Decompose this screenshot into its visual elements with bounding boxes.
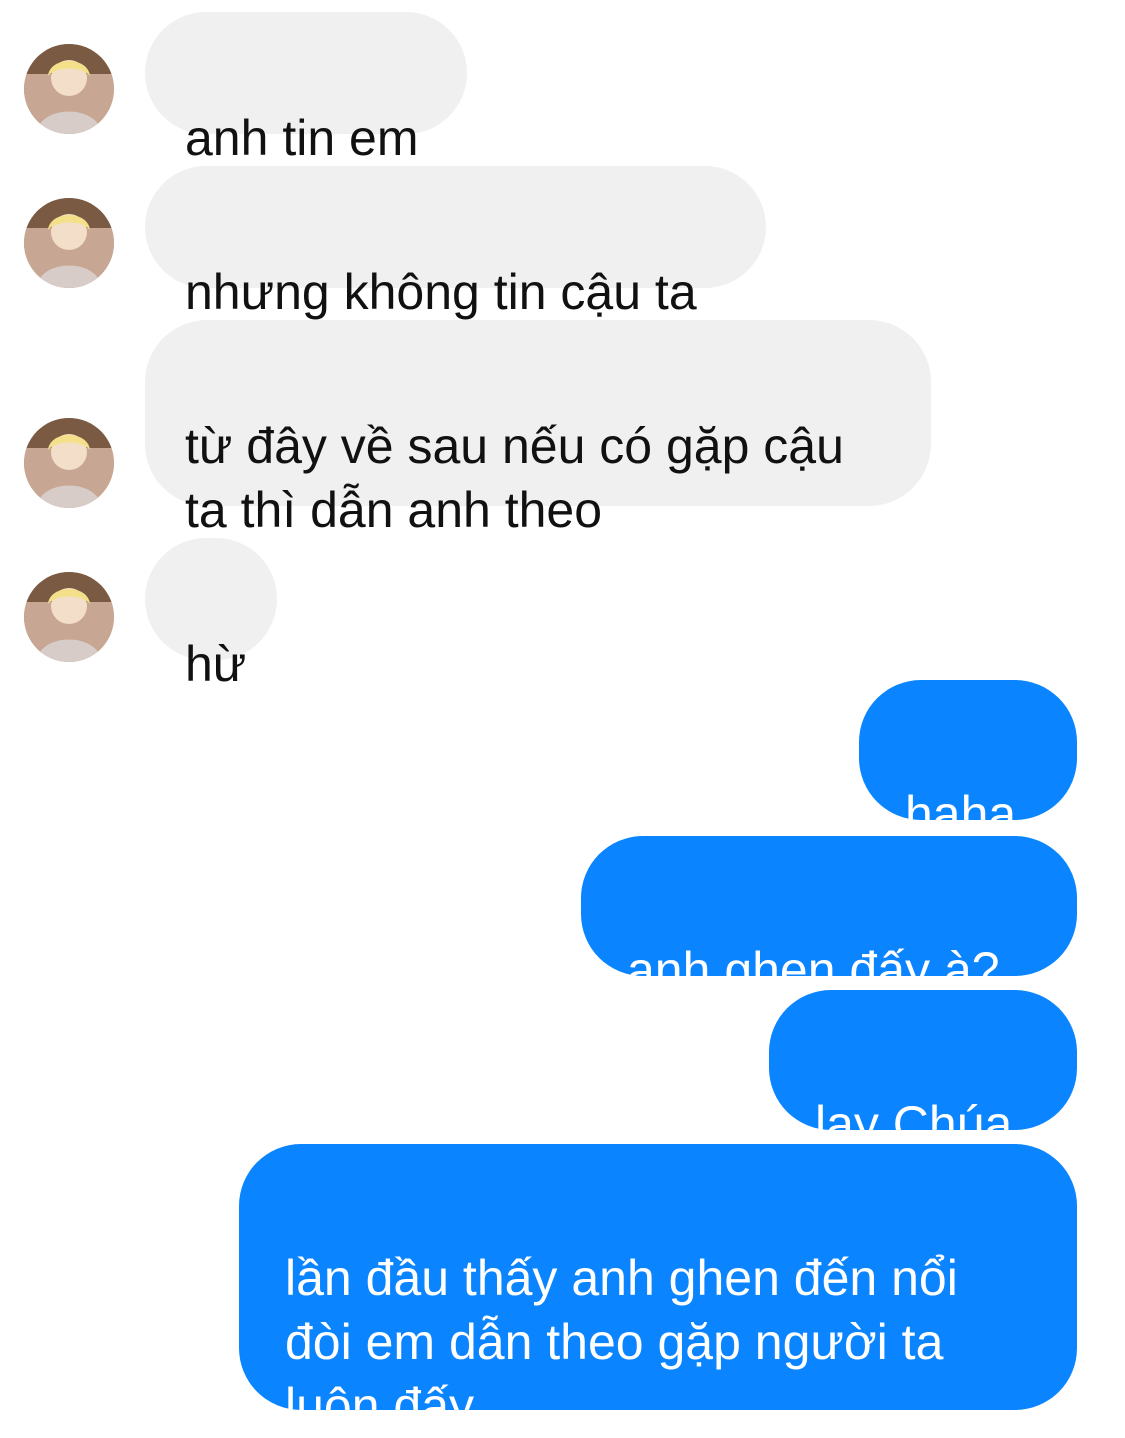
incoming-message-bubble[interactable]: anh tin em bbox=[145, 12, 467, 166]
message-text: lần đầu thấy anh ghen đến nổi đòi em dẫn… bbox=[285, 1250, 958, 1434]
outgoing-message-bubble[interactable]: haha bbox=[859, 680, 1077, 842]
contact-avatar-icon[interactable] bbox=[24, 198, 114, 288]
message-text: nhưng không tin cậu ta bbox=[185, 264, 697, 320]
message-text: anh tin em bbox=[185, 110, 419, 166]
message-text: từ đây về sau nếu có gặp cậu ta thì dẫn … bbox=[185, 418, 844, 538]
contact-avatar-icon[interactable] bbox=[24, 572, 114, 662]
message-text: haha bbox=[905, 786, 1017, 842]
outgoing-message-bubble[interactable]: lần đầu thấy anh ghen đến nổi đòi em dẫn… bbox=[239, 1144, 1077, 1434]
message-text: hừ bbox=[185, 636, 247, 692]
outgoing-message-bubble[interactable]: lạy Chúa bbox=[769, 990, 1077, 1152]
incoming-message-bubble[interactable]: từ đây về sau nếu có gặp cậu ta thì dẫn … bbox=[145, 320, 931, 538]
incoming-message-bubble[interactable]: hừ bbox=[145, 538, 277, 692]
contact-avatar-icon[interactable] bbox=[24, 44, 114, 134]
incoming-message-bubble[interactable]: nhưng không tin cậu ta bbox=[145, 166, 766, 320]
outgoing-message-bubble[interactable]: anh ghen đấy à? bbox=[581, 836, 1077, 998]
contact-avatar-icon[interactable] bbox=[24, 418, 114, 508]
